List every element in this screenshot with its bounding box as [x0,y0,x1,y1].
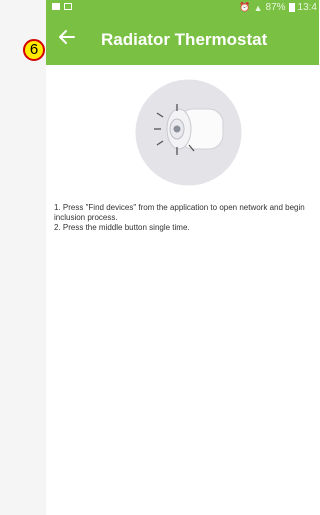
clock: 13:4 [297,2,317,13]
battery-percent: 87% [265,2,286,13]
instructions-text: 1. Press "Find devices" from the applica… [54,203,316,233]
message-icon [52,3,60,10]
arrow-left-glyph [59,30,75,44]
alarm-icon: ⏰ [239,2,251,12]
step-badge: 6 [23,39,45,61]
page-title: Radiator Thermostat [101,30,268,49]
status-bar: ⏰ ▲ 87% 13:4 [46,0,319,17]
app-bar: Radiator Thermostat [46,17,319,65]
instruction-step-1: 1. Press "Find devices" from the applica… [54,203,305,222]
signal-icon: ▲ [253,2,263,13]
image-icon [64,3,72,10]
status-right: ⏰ ▲ 87% 13:4 [239,2,317,13]
phone-screen: ⏰ ▲ 87% 13:4 Radiator Thermostat 1. Pres… [46,0,319,515]
battery-icon [288,3,295,12]
arrow-left-icon[interactable] [56,28,78,50]
instruction-step-2: 2. Press the middle button single time. [54,223,190,232]
radiator-thermostat-image [135,79,242,186]
notification-icons [52,3,72,10]
left-margin [0,0,46,515]
